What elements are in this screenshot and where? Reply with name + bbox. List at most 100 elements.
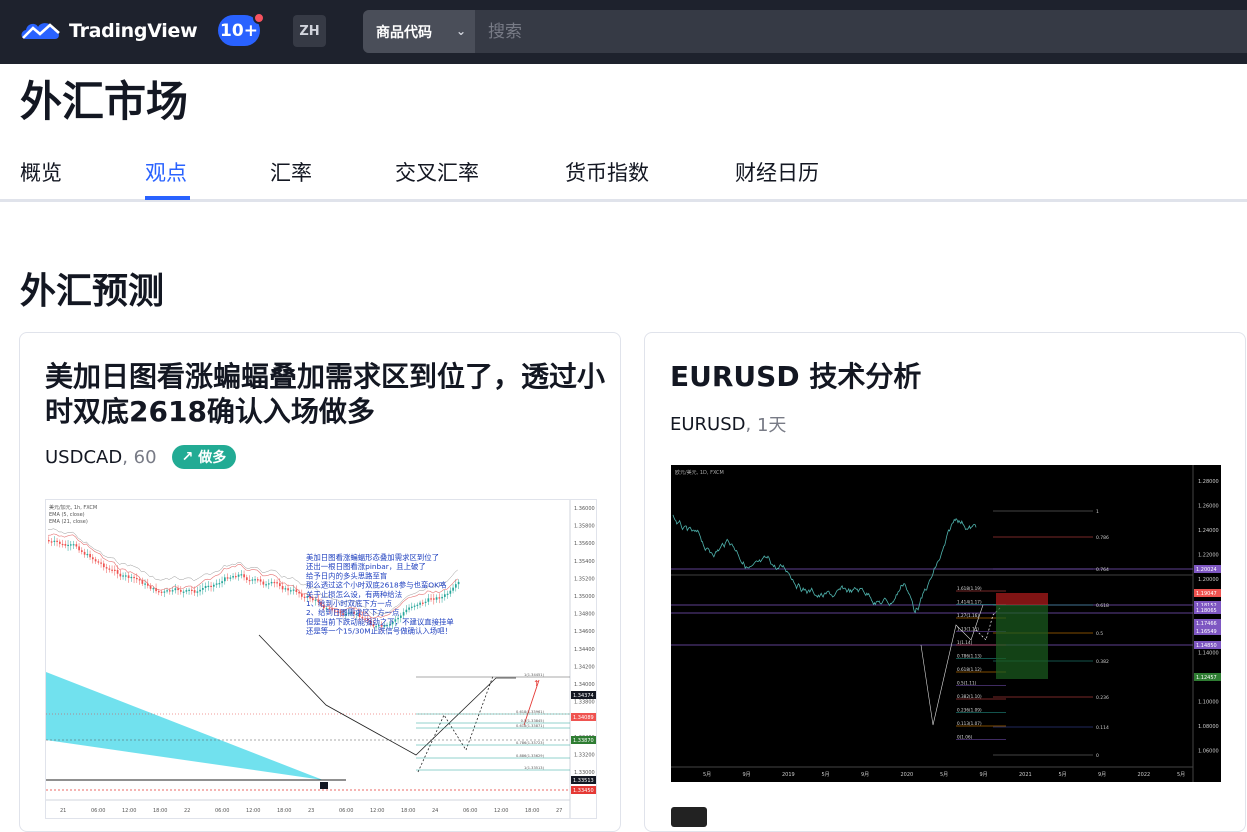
idea-chart-image[interactable]: 美元/加元, 1h, FXCM EMA (5, close) EMA (21, cl… <box>45 499 597 819</box>
candle-body <box>268 583 270 585</box>
author-avatar[interactable] <box>671 807 707 827</box>
tab-overview[interactable]: 概览 <box>20 157 62 187</box>
tradingview-logo[interactable]: TradingView <box>20 17 198 45</box>
stop-zone <box>996 593 1048 605</box>
tab-economic-calendar[interactable]: 财经日历 <box>735 157 819 187</box>
candle-body <box>246 577 248 580</box>
candle-body <box>191 589 193 591</box>
candle-body <box>122 575 124 577</box>
fib-level-label: 0.786 <box>1096 535 1109 541</box>
price-tick-label: 1.35200 <box>574 576 595 582</box>
candle-body <box>97 561 100 563</box>
candle-body <box>424 601 427 603</box>
price-tick-label: 1.33200 <box>574 752 595 758</box>
annotation-text: 但是当前下跌动能强劲之下，不建议直接挂单 <box>306 617 454 626</box>
candle-body <box>204 585 207 589</box>
candle-body <box>86 553 89 556</box>
chart-legend-text: EMA (21, close) <box>49 519 88 525</box>
time-tick-label: 12:00 <box>122 808 136 814</box>
search-type-dropdown[interactable]: 商品代码 ⌄ <box>363 10 475 53</box>
fib-level-label: 0.618(1.33961) <box>516 710 545 714</box>
candle-body <box>221 581 223 584</box>
idea-card[interactable]: 美加日图看涨蝙蝠叠加需求区到位了，透过小时双底2618确认入场做多 USDCAD… <box>19 332 621 832</box>
candle-body <box>452 587 454 591</box>
candle-body <box>446 593 449 595</box>
candle-body <box>427 598 430 602</box>
price-tick-label: 1.08000 <box>1198 724 1219 730</box>
candle-body <box>136 578 138 580</box>
usdcad-chart: 美元/加元, 1h, FXCMEMA (5, close)EMA (21, cl… <box>46 500 596 818</box>
fib-ext-label: 1.414(1.17) <box>957 600 982 605</box>
fib-level-label: 0 <box>1096 753 1099 759</box>
candle-body <box>116 570 119 574</box>
fib-level-label: 1(1.33513) <box>524 766 545 770</box>
idea-card[interactable]: EURUSD 技术分析 EURUSD, 1天 欧元/美元, 1D, FXCM 1.… <box>644 332 1246 832</box>
price-tick-label: 1.34000 <box>574 682 595 688</box>
tab-cross-rates[interactable]: 交叉汇率 <box>395 157 479 187</box>
candle-body <box>254 579 256 581</box>
annotation-text: 2、给到日图需求区下方一点 <box>306 608 400 617</box>
candle-body <box>405 609 408 613</box>
candle-body <box>78 546 80 551</box>
search-type-label: 商品代码 <box>376 24 432 41</box>
idea-symbol[interactable]: EURUSD <box>670 414 746 435</box>
price-tag-label: 1.34089 <box>573 715 594 721</box>
idea-chart-image[interactable]: 欧元/美元, 1D, FXCM 1.28000 1.26000 1.24000 1.22… <box>671 465 1221 782</box>
tab-rates[interactable]: 汇率 <box>270 157 312 187</box>
tab-ideas[interactable]: 观点 <box>145 157 187 187</box>
candle-body <box>259 579 262 582</box>
idea-symbol[interactable]: USDCAD <box>45 447 122 468</box>
candle-body <box>455 584 457 588</box>
candle-body <box>182 591 185 593</box>
fib-ext-label: 0.236(1.09) <box>957 708 982 713</box>
price-tag-label: 1.14850 <box>1196 643 1217 649</box>
candle-body <box>100 562 102 564</box>
candle-body <box>70 544 72 546</box>
price-tag-label: 1.18065 <box>1196 608 1217 614</box>
candle-body <box>444 594 446 597</box>
candle-body <box>207 585 210 588</box>
candle-body <box>152 588 155 590</box>
candle-body <box>213 584 215 587</box>
tab-currency-index[interactable]: 货币指数 <box>565 157 649 187</box>
candle-body <box>290 590 292 592</box>
idea-interval: 1天 <box>756 415 787 436</box>
time-tick-label: 9月 <box>861 772 869 778</box>
idea-title[interactable]: 美加日图看涨蝙蝠叠加需求区到位了，透过小时双底2618确认入场做多 <box>45 359 605 429</box>
candle-body <box>48 540 50 542</box>
price-tag-label: 1.34374 <box>573 693 594 699</box>
candle-body <box>75 544 78 547</box>
candle-body <box>81 550 83 552</box>
candle-body <box>287 588 289 591</box>
candle-body <box>59 541 61 544</box>
time-tick-label: 9月 <box>980 772 988 778</box>
time-tick-label: 06:00 <box>91 808 105 814</box>
eurusd-chart: 欧元/美元, 1D, FXCM 1.28000 1.26000 1.24000 1.22… <box>671 465 1221 782</box>
candle-body <box>218 583 221 585</box>
fib-ext-label: 1(1.14) <box>957 640 973 645</box>
idea-title[interactable]: EURUSD 技术分析 <box>670 359 1230 394</box>
price-tag-label: 1.12457 <box>1196 675 1217 681</box>
price-tag-label: 1.16549 <box>1196 629 1217 635</box>
candle-body <box>224 577 226 582</box>
candle-body <box>158 591 160 593</box>
time-tick-label: 06:00 <box>463 808 477 814</box>
fib-level-label: 0.786(1.33723) <box>516 741 545 745</box>
candle-body <box>72 544 75 546</box>
price-tick-label: 1.34800 <box>574 612 595 618</box>
brand-name: TradingView <box>69 20 198 42</box>
candle-body <box>257 579 259 581</box>
language-button[interactable]: ZH <box>293 15 326 47</box>
candle-body <box>229 577 232 579</box>
time-tick-label: 24 <box>432 808 438 814</box>
idea-interval: 60 <box>133 446 157 468</box>
fib-level-label: 0.5 <box>1096 631 1103 637</box>
candle-body <box>232 576 234 578</box>
candle-body <box>166 590 168 592</box>
candle-body <box>125 575 127 577</box>
candle-body <box>196 591 199 593</box>
fib-ext-label: 0.618(1.12) <box>957 667 982 672</box>
candle-body <box>262 581 265 585</box>
candle-body <box>50 541 53 543</box>
search-input[interactable] <box>475 10 1247 53</box>
